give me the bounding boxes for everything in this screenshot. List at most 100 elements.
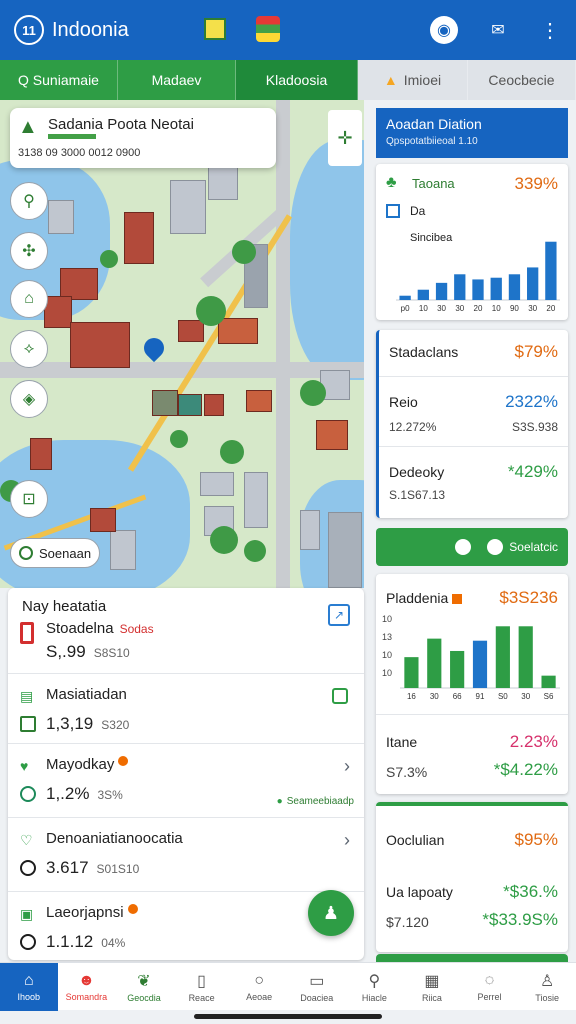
- chart-bar: [518, 626, 533, 688]
- right-header-title: Aoadan Diation: [386, 116, 482, 132]
- route-icon[interactable]: ⟡: [10, 330, 48, 368]
- toggle-icon[interactable]: [455, 539, 472, 555]
- chart-bar: [472, 279, 484, 300]
- list-item[interactable]: ▤ Masiatiadan 1,3,19 S320: [8, 674, 364, 744]
- globe-icon[interactable]: [256, 16, 280, 42]
- list-item[interactable]: Nay heatatia Stoadelna Sodas S,.99 S8S10 ↗: [8, 588, 364, 674]
- list-item-value-text: 1,.2%: [46, 784, 90, 803]
- right-header-subtitle: Qpspotatbiieoal 1.10: [386, 136, 478, 147]
- app-logo[interactable]: 11: [14, 15, 44, 45]
- chevron-right-icon[interactable]: ›: [344, 756, 350, 777]
- cat-icon: ▲: [383, 72, 398, 88]
- settings-icon[interactable]: [332, 688, 348, 704]
- map-tree: [300, 380, 326, 406]
- nav-label: Riica: [421, 993, 442, 1003]
- layers-icon[interactable]: ✣: [10, 232, 48, 270]
- home-map-icon[interactable]: ⌂: [10, 280, 48, 318]
- card1-value-1: 339%: [514, 174, 558, 193]
- list-item-value: 3.617 S01S10: [46, 858, 139, 878]
- map-view[interactable]: ▲ Sadania Poota Neotai 3138 09 3000 0012…: [0, 100, 364, 588]
- stats-card-3[interactable]: Pladdenia $3S236 10 13 10 10 16 30 66 91 S0 30 S6 …: [376, 574, 568, 794]
- chart-category-label: 66: [453, 692, 462, 701]
- nav-item-profile[interactable]: ♙ Tiosie: [518, 963, 576, 1011]
- card2-label-3: Dedeoky: [389, 464, 445, 480]
- map-pin-icon[interactable]: [139, 333, 169, 363]
- list-item-value-text: 1.1.12: [46, 932, 94, 951]
- map-tree: [196, 296, 226, 326]
- share-icon[interactable]: ↗: [328, 604, 350, 626]
- list-item-tag: Seameebiaadp: [277, 796, 354, 807]
- nav-item-map[interactable]: ○ Aeoae: [230, 963, 288, 1011]
- nav-item-user[interactable]: ☻ Somandra: [58, 963, 116, 1011]
- chevron-right-icon[interactable]: ›: [344, 830, 350, 851]
- nav-item-book[interactable]: ▯ Reace: [173, 963, 231, 1011]
- card3-value-1: $3S236: [499, 588, 558, 607]
- map-building: [244, 472, 268, 528]
- tab-5[interactable]: Ceocbecie: [468, 60, 576, 100]
- location-callout[interactable]: ▲ Sadania Poota Neotai 3138 09 3000 0012…: [10, 108, 276, 168]
- list-icon: ▣: [20, 906, 34, 922]
- chart-category-label: 30: [430, 692, 439, 701]
- card1-label-1: Taoana: [412, 176, 455, 191]
- tab-2[interactable]: Madaev: [118, 60, 236, 100]
- stats-card-1[interactable]: ♣ Taoana 339% Da Sincibea p0 10 30 30 20 10 90…: [376, 164, 568, 320]
- list-item-sub: 3S%: [97, 788, 123, 802]
- map-building: [48, 200, 74, 234]
- nav-item-grid[interactable]: ▦ Riica: [403, 963, 461, 1011]
- nav-item-search[interactable]: ⚲ Hiacle: [346, 963, 404, 1011]
- list-item[interactable]: ♥ Mayodkay 1,.2% 3S% › Seameebiaadp: [8, 744, 364, 818]
- bookmark-icon[interactable]: ⊡: [10, 480, 48, 518]
- map-building: [110, 530, 136, 570]
- card3-label-1: Pladdenia: [386, 590, 463, 606]
- card1-label-2: Da: [410, 204, 426, 218]
- chart-tick-label: 10: [382, 668, 392, 678]
- more-icon[interactable]: ⋮: [536, 16, 564, 44]
- location-icon[interactable]: ⚲: [10, 182, 48, 220]
- nav-item-home[interactable]: ⌂ Ihoob: [0, 963, 58, 1011]
- tab-3[interactable]: Kladoosia: [236, 60, 358, 100]
- map-house: [44, 296, 72, 328]
- bar-chart-2-svg: 10 13 10 10 16 30 66 91 S0 30 S6: [382, 614, 560, 701]
- bell-icon[interactable]: ♟: [308, 890, 354, 936]
- checkbox-icon[interactable]: [386, 204, 400, 218]
- map-house: [90, 508, 116, 532]
- tab-1[interactable]: Q Suniamaie: [0, 60, 118, 100]
- nav-item-chat[interactable]: ◌ Perrel: [461, 963, 519, 1011]
- chart-category-label: 10: [492, 304, 501, 313]
- map-search[interactable]: Soenaan: [10, 538, 100, 568]
- toggle-icon[interactable]: [487, 539, 504, 555]
- stats-card-4[interactable]: Ooclulian $95% Ua lapoaty *$36.% $7.120 …: [376, 802, 568, 952]
- list-item-sub: 04%: [101, 936, 126, 950]
- chart-category-label: 20: [546, 304, 555, 313]
- profile-icon: ♙: [539, 973, 555, 990]
- clock-icon: [20, 934, 36, 950]
- filter-bar[interactable]: Soelatcic: [376, 528, 568, 566]
- map-house: [70, 322, 130, 368]
- list-item-title: Nay heatatia: [22, 598, 107, 615]
- card2-sub2-2: S3S.938: [511, 420, 558, 434]
- calendar-icon: [20, 716, 36, 732]
- map-icon: ○: [254, 972, 264, 989]
- shield-icon[interactable]: ◈: [10, 380, 48, 418]
- stats-card-2[interactable]: Stadaclans $79% Reio 2322% 12.272% S3S.9…: [376, 330, 568, 518]
- chart-category-label: 10: [419, 304, 428, 313]
- nav-item-doc[interactable]: ▭ Doaciea: [288, 963, 346, 1011]
- nav-item-leaf[interactable]: ❦ Geocdia: [115, 963, 173, 1011]
- list-item-value-text: 3.617: [46, 858, 89, 877]
- chart-category-label: p0: [401, 304, 410, 313]
- compass-icon[interactable]: ✛: [328, 110, 362, 166]
- card2-value-1: $79%: [514, 342, 558, 361]
- card2-value-3: *429%: [507, 462, 558, 481]
- list-item[interactable]: ♡ Denoaniatianoocatia 3.617 S01S10 ›: [8, 818, 364, 892]
- tab-4-label: Imioei: [403, 72, 442, 88]
- list-item-secondary: Stoadelna Sodas: [46, 620, 154, 637]
- card2-label-2: Reio: [389, 394, 418, 410]
- chart-bar: [404, 657, 419, 688]
- chart-bar: [527, 267, 539, 300]
- card3-sub2-2: *$4.22%: [493, 760, 558, 779]
- flag-icon[interactable]: [204, 18, 226, 40]
- notification-icon[interactable]: ✉: [484, 16, 512, 44]
- tab-4[interactable]: ▲ Imioei: [358, 60, 468, 100]
- account-icon[interactable]: ◉: [430, 16, 458, 44]
- chart-category-label: 16: [407, 692, 416, 701]
